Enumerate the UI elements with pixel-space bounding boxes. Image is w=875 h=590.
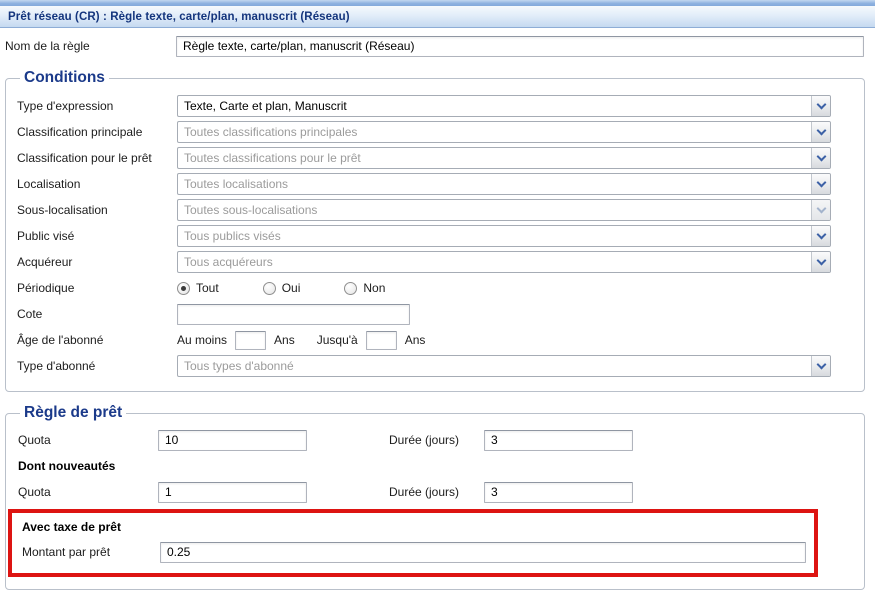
amount-per-loan-input[interactable] bbox=[160, 542, 806, 563]
type-expression-row: Type d'expression Texte, Carte et plan, … bbox=[12, 93, 831, 119]
age-max-suffix: Ans bbox=[405, 333, 426, 347]
dropdown-button[interactable] bbox=[811, 226, 830, 246]
age-min-suffix: Ans bbox=[274, 333, 295, 347]
radio-label: Oui bbox=[282, 281, 301, 295]
dropdown-button[interactable] bbox=[811, 148, 830, 168]
select-value: Texte, Carte et plan, Manuscrit bbox=[178, 96, 811, 116]
novelty-quota-input[interactable] bbox=[158, 482, 307, 503]
conditions-legend: Conditions bbox=[20, 69, 109, 87]
chevron-down-icon bbox=[816, 230, 826, 240]
select-value: Tous acquéreurs bbox=[178, 252, 811, 272]
periodique-radio-oui[interactable]: Oui bbox=[263, 281, 301, 295]
window-title: Prêt réseau (CR) : Règle texte, carte/pl… bbox=[8, 11, 350, 23]
duration-input[interactable] bbox=[484, 430, 633, 451]
classification-pret-select[interactable]: Toutes classifications pour le prêt bbox=[177, 147, 831, 169]
loan-tax-heading: Avec taxe de prêt bbox=[18, 515, 806, 539]
localisation-row: Localisation Toutes localisations bbox=[12, 171, 831, 197]
chevron-down-icon bbox=[816, 126, 826, 136]
novelty-quota-label: Quota bbox=[12, 485, 158, 499]
duration-label: Durée (jours) bbox=[389, 433, 484, 447]
periodique-radio-tout[interactable]: Tout bbox=[177, 281, 219, 295]
amount-per-loan-row: Montant par prêt bbox=[18, 539, 806, 565]
loan-tax-highlight: Avec taxe de prêt Montant par prêt bbox=[8, 509, 818, 577]
localisation-label: Localisation bbox=[12, 177, 177, 191]
select-value: Toutes sous-localisations bbox=[178, 200, 811, 220]
radio-icon[interactable] bbox=[344, 282, 357, 295]
select-value: Tous types d'abonné bbox=[178, 356, 811, 376]
novelty-quota-row: Quota Durée (jours) bbox=[12, 478, 831, 506]
acquereur-row: Acquéreur Tous acquéreurs bbox=[12, 249, 831, 275]
periodique-radio-non[interactable]: Non bbox=[344, 281, 385, 295]
periodique-row: Périodique Tout Oui Non bbox=[12, 275, 831, 301]
dropdown-button[interactable] bbox=[811, 122, 830, 142]
sous-localisation-row: Sous-localisation Toutes sous-localisati… bbox=[12, 197, 831, 223]
age-min-label: Au moins bbox=[177, 333, 227, 347]
amount-per-loan-label: Montant par prêt bbox=[18, 545, 160, 559]
dropdown-button[interactable] bbox=[811, 174, 830, 194]
classification-principale-select[interactable]: Toutes classifications principales bbox=[177, 121, 831, 143]
chevron-down-icon bbox=[816, 152, 826, 162]
title-bar: Prêt réseau (CR) : Règle texte, carte/pl… bbox=[0, 6, 875, 28]
cote-input[interactable] bbox=[177, 304, 410, 325]
select-value: Tous publics visés bbox=[178, 226, 811, 246]
dropdown-button[interactable] bbox=[811, 96, 830, 116]
age-row: Âge de l'abonné Au moins Ans Jusqu'à Ans bbox=[12, 327, 831, 353]
loan-rule-legend: Règle de prêt bbox=[20, 404, 126, 422]
radio-label: Tout bbox=[196, 281, 219, 295]
radio-icon[interactable] bbox=[263, 282, 276, 295]
dropdown-button[interactable] bbox=[811, 356, 830, 376]
loan-rule-section: Règle de prêt Quota Durée (jours) Dont n… bbox=[5, 404, 865, 590]
dropdown-button[interactable] bbox=[811, 252, 830, 272]
rule-name-label: Nom de la règle bbox=[5, 39, 176, 53]
periodique-label: Périodique bbox=[12, 281, 177, 295]
chevron-down-icon bbox=[816, 100, 826, 110]
sous-localisation-label: Sous-localisation bbox=[12, 203, 177, 217]
chevron-down-icon bbox=[816, 204, 826, 214]
rule-name-row: Nom de la règle bbox=[5, 35, 864, 57]
classification-principale-row: Classification principale Toutes classif… bbox=[12, 119, 831, 145]
dropdown-button bbox=[811, 200, 830, 220]
type-abonne-select[interactable]: Tous types d'abonné bbox=[177, 355, 831, 377]
conditions-section: Conditions Type d'expression Texte, Cart… bbox=[5, 69, 865, 392]
quota-input[interactable] bbox=[158, 430, 307, 451]
age-label: Âge de l'abonné bbox=[12, 333, 177, 347]
type-expression-label: Type d'expression bbox=[12, 99, 177, 113]
age-min-input[interactable] bbox=[235, 331, 266, 350]
quota-label: Quota bbox=[12, 433, 158, 447]
rule-name-input[interactable] bbox=[176, 36, 864, 57]
type-abonne-row: Type d'abonné Tous types d'abonné bbox=[12, 353, 831, 379]
classification-principale-label: Classification principale bbox=[12, 125, 177, 139]
localisation-select[interactable]: Toutes localisations bbox=[177, 173, 831, 195]
select-value: Toutes classifications principales bbox=[178, 122, 811, 142]
classification-pret-row: Classification pour le prêt Toutes class… bbox=[12, 145, 831, 171]
novelty-duration-input[interactable] bbox=[484, 482, 633, 503]
public-vise-label: Public visé bbox=[12, 229, 177, 243]
select-value: Toutes localisations bbox=[178, 174, 811, 194]
novelties-heading: Dont nouveautés bbox=[12, 454, 831, 478]
public-vise-row: Public visé Tous publics visés bbox=[12, 223, 831, 249]
radio-selected-icon[interactable] bbox=[177, 282, 190, 295]
type-expression-select[interactable]: Texte, Carte et plan, Manuscrit bbox=[177, 95, 831, 117]
public-vise-select[interactable]: Tous publics visés bbox=[177, 225, 831, 247]
select-value: Toutes classifications pour le prêt bbox=[178, 148, 811, 168]
radio-label: Non bbox=[363, 281, 385, 295]
age-max-label: Jusqu'à bbox=[317, 333, 358, 347]
classification-pret-label: Classification pour le prêt bbox=[12, 151, 177, 165]
acquereur-label: Acquéreur bbox=[12, 255, 177, 269]
periodique-radio-group: Tout Oui Non bbox=[177, 281, 429, 295]
age-max-input[interactable] bbox=[366, 331, 397, 350]
chevron-down-icon bbox=[816, 360, 826, 370]
sous-localisation-select: Toutes sous-localisations bbox=[177, 199, 831, 221]
age-controls: Au moins Ans Jusqu'à Ans bbox=[177, 331, 425, 350]
quota-row: Quota Durée (jours) bbox=[12, 426, 831, 454]
cote-row: Cote bbox=[12, 301, 831, 327]
chevron-down-icon bbox=[816, 256, 826, 266]
acquereur-select[interactable]: Tous acquéreurs bbox=[177, 251, 831, 273]
chevron-down-icon bbox=[816, 178, 826, 188]
novelty-duration-label: Durée (jours) bbox=[389, 485, 484, 499]
type-abonne-label: Type d'abonné bbox=[12, 359, 177, 373]
cote-label: Cote bbox=[12, 307, 177, 321]
